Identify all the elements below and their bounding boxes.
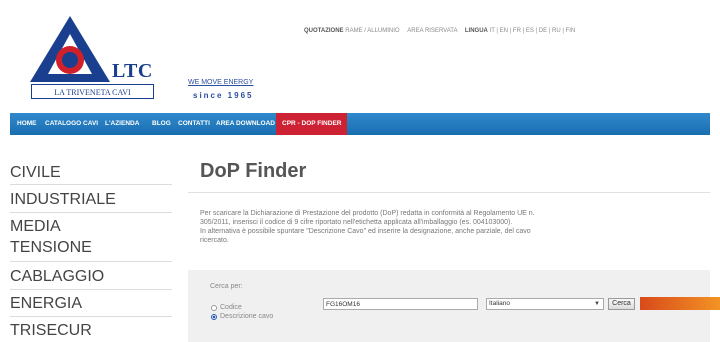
tagline: WE MOVE ENERGY [188,79,254,86]
chevron-down-icon: ▼ [594,301,600,307]
sidebar-divider [10,289,172,290]
intro-line: In alternativa è possibile spuntare "Des… [200,228,531,235]
lang-fin[interactable]: FIN [566,28,576,34]
radio-codice-label[interactable]: Codice [220,304,242,311]
search-by-label: Cerca per: [210,283,243,290]
nav-contatti[interactable]: CONTATTI [178,113,210,135]
search-button[interactable]: Cerca [608,298,635,310]
language-select-value: Italiano [489,300,510,307]
top-links: QUOTAZIONE RAME / ALLUMINIO AREA RISERVA… [304,28,576,34]
search-input[interactable] [323,298,478,310]
rame-alluminio-link[interactable]: RAME / ALLUMINIO [345,28,399,34]
lang-ru[interactable]: RU [552,28,561,34]
since-year: since 1965 [193,91,254,100]
logo-company-name: LA TRIVENETA CAVI [31,84,154,99]
company-logo[interactable] [28,14,112,84]
logo-ltc-text: LTC [112,60,153,82]
radio-descrizione[interactable] [211,314,217,320]
sidebar-item-cablaggio[interactable]: CABLAGGIO [10,267,104,286]
sidebar-divider [10,316,172,317]
intro-line: ricercato. [200,237,229,244]
lingua-label: LINGUA [464,28,488,34]
intro-line: 305/2011, inserisci il codice di 9 cifre… [200,219,513,226]
sidebar-item-media[interactable]: MEDIA [10,217,61,236]
lang-it[interactable]: IT [490,28,495,34]
main-nav: HOME CATALOGO CAVI L'AZIENDA BLOG CONTAT… [10,113,710,135]
sidebar-divider [10,184,172,185]
lang-es[interactable]: ES [526,28,534,34]
sidebar-divider [10,261,172,262]
sidebar-divider [10,212,172,213]
radio-descrizione-label[interactable]: Descrizione cavo [220,313,273,320]
nav-catalogo-cavi[interactable]: CATALOGO CAVI [45,113,98,135]
sidebar-item-civile[interactable]: CIVILE [10,163,61,182]
title-divider [188,192,710,193]
radio-codice[interactable] [211,305,217,311]
sidebar-item-energia[interactable]: ENERGIA [10,294,82,313]
nav-home[interactable]: HOME [17,113,37,135]
intro-line: Per scaricare la Dichiarazione di Presta… [200,210,535,217]
nav-area-download[interactable]: AREA DOWNLOAD [216,113,275,135]
quotazione-link[interactable]: QUOTAZIONE [304,28,344,34]
nav-azienda[interactable]: L'AZIENDA [105,113,139,135]
nav-blog[interactable]: BLOG [152,113,171,135]
area-riservata-link[interactable]: AREA RISERVATA [407,28,457,34]
page-title: DoP Finder [200,160,307,182]
sidebar-item-trisecur[interactable]: TRISECUR [10,321,92,340]
lang-en[interactable]: EN [500,28,508,34]
sidebar-item-tensione[interactable]: TENSIONE [10,238,92,257]
nav-cpr-dop-finder[interactable]: CPR - DOP FINDER [276,113,348,135]
lang-de[interactable]: DE [539,28,547,34]
intro-text: Per scaricare la Dichiarazione di Presta… [200,209,705,245]
sidebar-item-industriale[interactable]: INDUSTRIALE [10,190,116,209]
accent-banner [640,297,720,310]
language-select[interactable]: Italiano ▼ [486,298,604,310]
lang-fr[interactable]: FR [513,28,521,34]
